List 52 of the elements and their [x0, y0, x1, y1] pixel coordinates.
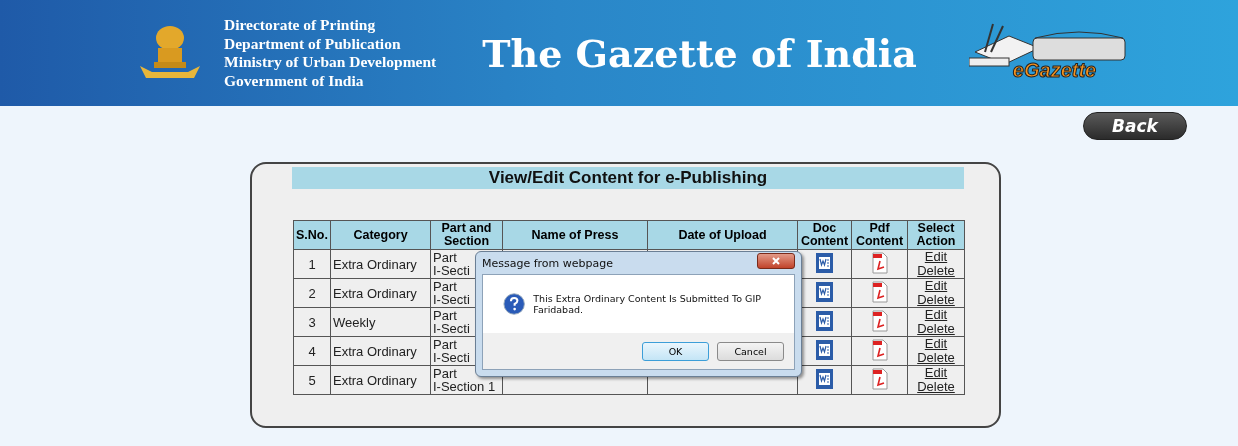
word-document-icon[interactable] [816, 311, 833, 331]
table-cell: Extra Ordinary [330, 365, 431, 395]
back-button[interactable]: Back [1083, 112, 1187, 140]
dialog-button[interactable]: Cancel [717, 341, 784, 361]
table-cell: 1 [293, 249, 331, 279]
organization-name: Department of Publication [224, 34, 402, 53]
delete-link[interactable]: Delete [910, 293, 962, 307]
dialog-message: This Extra Ordinary Content Is Submitted To GIP Faridabad. [533, 293, 762, 315]
word-document-icon[interactable] [816, 340, 833, 360]
column-header: Select Action [907, 220, 965, 250]
column-header: Category [330, 220, 431, 250]
pdf-file-icon[interactable] [871, 252, 888, 274]
pdf-file-icon[interactable] [871, 281, 888, 303]
site-title: The Gazette of India [482, 30, 917, 76]
column-header: Pdf Content [851, 220, 908, 250]
column-header: Date of Upload [647, 220, 798, 250]
pdf-file-icon[interactable] [871, 310, 888, 332]
word-document-icon[interactable] [816, 282, 833, 302]
delete-link[interactable]: Delete [910, 380, 962, 394]
edit-link[interactable]: Edit [910, 308, 962, 322]
delete-link[interactable]: Delete [910, 322, 962, 336]
word-document-icon[interactable] [816, 253, 833, 273]
organization-name: Government of India [224, 71, 365, 90]
table-cell: Weekly [330, 307, 431, 337]
question-icon [503, 292, 526, 316]
edit-link[interactable]: Edit [910, 366, 962, 380]
table-cell: 5 [293, 365, 331, 395]
organization-name: Ministry of Urban Development [224, 53, 437, 72]
column-header: Doc Content [797, 220, 852, 250]
word-document-icon[interactable] [816, 369, 833, 389]
organization-name: Directorate of Printing [224, 16, 377, 35]
column-header: S.No. [293, 220, 331, 250]
table-cell: Extra Ordinary [330, 336, 431, 366]
delete-link[interactable]: Delete [910, 264, 962, 278]
table-cell: 4 [293, 336, 331, 366]
panel-title: View/Edit Content for e-Publishing [292, 167, 964, 189]
logo-text: eGazette [1012, 59, 1097, 82]
edit-link[interactable]: Edit [910, 337, 962, 351]
close-button[interactable] [757, 253, 795, 269]
edit-link[interactable]: Edit [910, 279, 962, 293]
pdf-file-icon[interactable] [871, 339, 888, 361]
delete-link[interactable]: Delete [910, 351, 962, 365]
column-header: Name of Press [502, 220, 648, 250]
close-icon [772, 257, 780, 265]
pdf-file-icon[interactable] [871, 368, 888, 390]
column-header: Part and Section [430, 220, 503, 250]
dialog-button[interactable]: OK [642, 341, 709, 361]
table-cell: Extra Ordinary [330, 278, 431, 308]
table-cell: 3 [293, 307, 331, 337]
edit-link[interactable]: Edit [910, 250, 962, 264]
table-cell: Extra Ordinary [330, 249, 431, 279]
table-cell: 2 [293, 278, 331, 308]
